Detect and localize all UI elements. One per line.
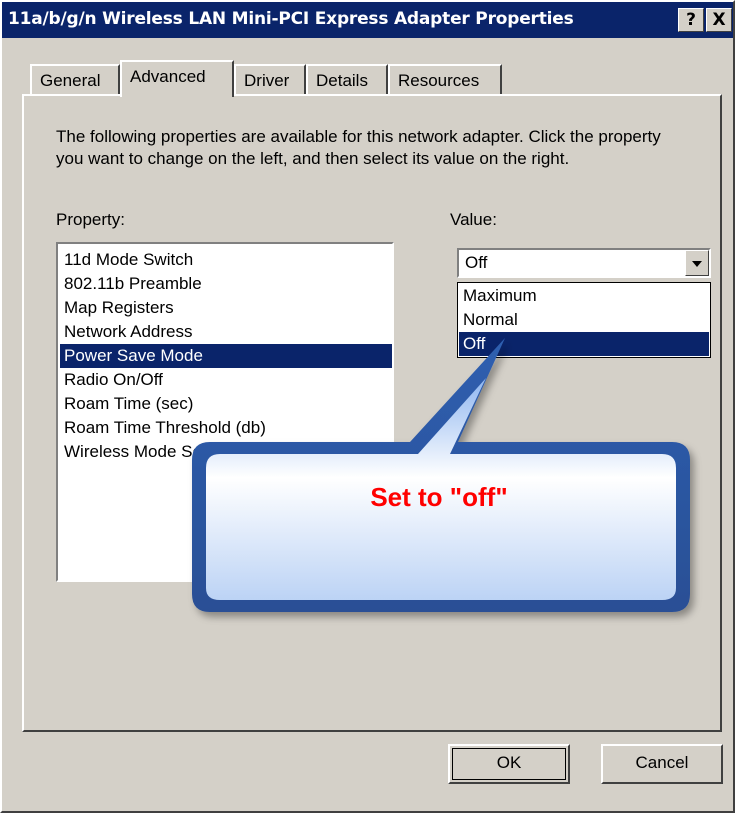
- title-bar[interactable]: 11a/b/g/n Wireless LAN Mini-PCI Express …: [2, 2, 733, 38]
- property-list[interactable]: 11d Mode Switch 802.11b Preamble Map Reg…: [56, 242, 394, 582]
- property-item[interactable]: Wireless Mode Settings: [60, 440, 392, 464]
- cancel-button[interactable]: Cancel: [601, 744, 723, 784]
- help-button[interactable]: ?: [678, 8, 704, 32]
- property-item[interactable]: Roam Time Threshold (db): [60, 416, 392, 440]
- chevron-down-icon: [692, 261, 702, 267]
- property-item[interactable]: Roam Time (sec): [60, 392, 392, 416]
- advanced-tab-panel: The following properties are available f…: [22, 94, 722, 732]
- close-button[interactable]: X: [706, 8, 732, 32]
- dropdown-button[interactable]: [685, 250, 709, 276]
- property-item[interactable]: 802.11b Preamble: [60, 272, 392, 296]
- description-text: The following properties are available f…: [56, 127, 661, 168]
- value-option-normal[interactable]: Normal: [459, 308, 709, 332]
- callout-text: Set to "off": [370, 482, 508, 512]
- tab-general[interactable]: General: [30, 64, 120, 94]
- property-item[interactable]: 11d Mode Switch: [60, 248, 392, 272]
- value-option-off[interactable]: Off: [459, 332, 709, 356]
- property-label: Property:: [56, 210, 125, 229]
- property-item[interactable]: Radio On/Off: [60, 368, 392, 392]
- tab-details[interactable]: Details: [306, 64, 388, 94]
- ok-button[interactable]: OK: [448, 744, 570, 784]
- property-item-selected[interactable]: Power Save Mode: [60, 344, 392, 368]
- tab-resources[interactable]: Resources: [388, 64, 502, 94]
- value-options-list[interactable]: Maximum Normal Off: [457, 282, 711, 358]
- value-label: Value:: [450, 210, 497, 229]
- properties-dialog: 11a/b/g/n Wireless LAN Mini-PCI Express …: [0, 0, 735, 813]
- window-title: 11a/b/g/n Wireless LAN Mini-PCI Express …: [8, 9, 574, 29]
- value-select[interactable]: Off: [457, 248, 711, 278]
- tab-driver[interactable]: Driver: [234, 64, 306, 94]
- value-select-current: Off: [465, 253, 488, 272]
- value-option-maximum[interactable]: Maximum: [459, 284, 709, 308]
- property-item[interactable]: Map Registers: [60, 296, 392, 320]
- tab-advanced[interactable]: Advanced: [120, 60, 234, 97]
- property-item[interactable]: Network Address: [60, 320, 392, 344]
